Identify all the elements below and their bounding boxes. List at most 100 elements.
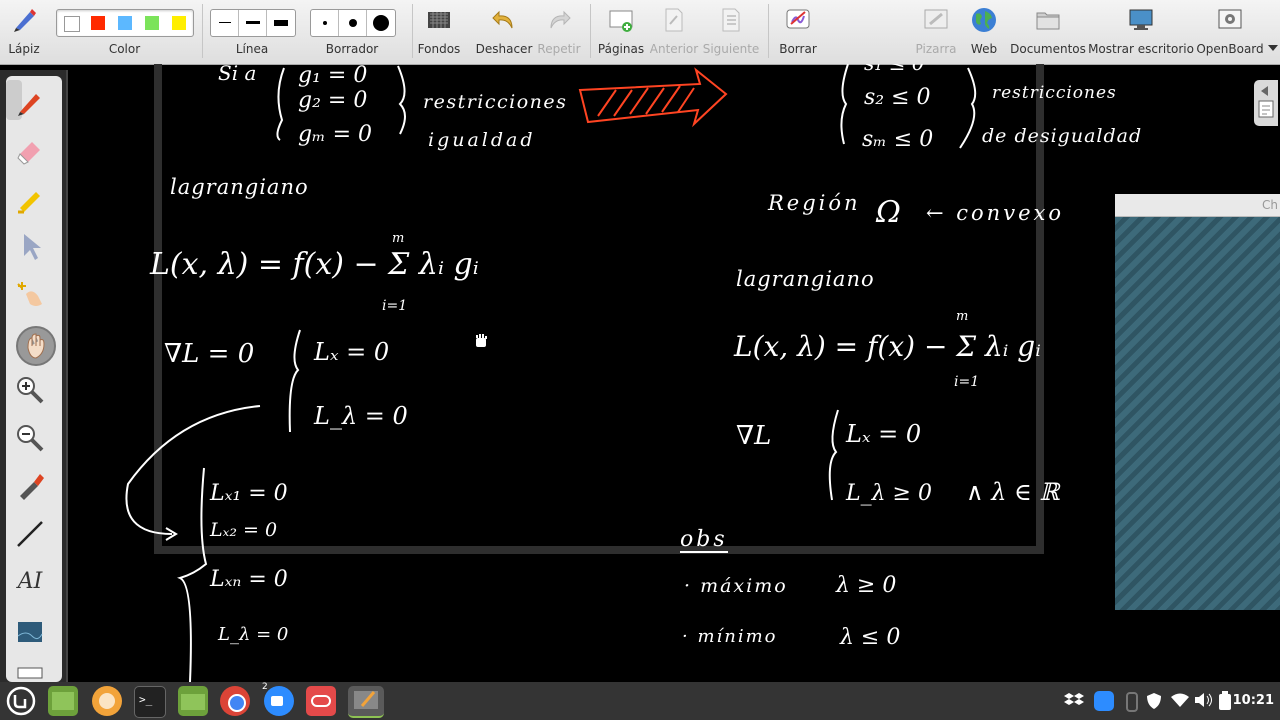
shield-icon[interactable] [1146, 692, 1162, 710]
text-grad-right: ∇L [736, 421, 771, 451]
zoom-out-icon[interactable] [14, 422, 46, 454]
board-label: Pizarra [915, 42, 957, 56]
openboard-menu-button[interactable]: OpenBoard [1196, 0, 1264, 64]
color-swatch-white[interactable] [64, 16, 80, 32]
color-swatch-red[interactable] [91, 16, 105, 30]
right-brace-right-top [959, 67, 977, 149]
toolbar-expand-icon[interactable] [1268, 45, 1278, 51]
glasses-icon [311, 695, 331, 707]
text-L-definition-left: L(x, λ) = f(x) − Σ λᵢ gᵢ [149, 247, 479, 282]
whiteboard-canvas[interactable]: Si a g₁ = 0 g₂ = 0 gₘ = 0 restricciones … [68, 64, 1280, 682]
capture-tool-icon[interactable] [14, 616, 46, 648]
external-window[interactable]: Ch [1115, 194, 1280, 610]
selection-arrow-icon[interactable] [14, 230, 46, 262]
terminal-icon: >_ [139, 693, 153, 706]
battery-icon[interactable] [1218, 691, 1232, 711]
firefox-taskbar-button[interactable] [92, 686, 122, 716]
erase-page-icon [786, 9, 810, 29]
color-picker[interactable]: Color [52, 0, 197, 64]
external-window-title: Ch [1262, 198, 1278, 212]
openboard-taskbar-button[interactable] [348, 686, 384, 718]
backgrounds-icon [428, 12, 450, 28]
text-region: Región [767, 191, 861, 215]
wifi-icon[interactable] [1170, 692, 1190, 708]
pan-tool-button[interactable] [16, 326, 56, 366]
laser-pointer-icon[interactable] [14, 470, 46, 502]
text-omega: Ω [875, 195, 901, 230]
openboard-icon [354, 691, 378, 709]
erase-page-button[interactable]: Borrar [772, 0, 824, 64]
text-si-a: Si a [218, 64, 256, 85]
add-page-icon [609, 10, 633, 32]
files-taskbar-button[interactable] [178, 686, 208, 716]
eraser-small-button[interactable] [311, 10, 339, 36]
volume-icon[interactable] [1194, 692, 1212, 708]
zoom-tray-icon[interactable] [1094, 691, 1114, 711]
previous-page-button[interactable]: Anterior [648, 0, 700, 64]
backgrounds-button[interactable]: Fondos [414, 0, 464, 64]
board-drawing: Si a g₁ = 0 g₂ = 0 gₘ = 0 restricciones … [125, 64, 1141, 682]
documents-mode-button[interactable]: Documentos [1008, 0, 1088, 64]
zoom-in-icon[interactable] [14, 374, 46, 406]
library-panel-handle[interactable] [1254, 80, 1278, 126]
zoom-taskbar-button[interactable]: 2 [262, 682, 294, 716]
text-Lx2: Lₓ₂ = 0 [209, 519, 277, 541]
undo-button[interactable]: Deshacer [474, 0, 534, 64]
interact-hand-icon[interactable] [14, 278, 46, 310]
highlighter-tool-icon[interactable] [14, 184, 46, 216]
color-swatch-green[interactable] [145, 16, 159, 30]
chrome-taskbar-button[interactable] [220, 686, 250, 716]
text-sum-top-right: m [956, 309, 968, 324]
pen-tool-button[interactable]: Lápiz [0, 0, 48, 64]
screen-recorder-taskbar-button[interactable] [306, 686, 336, 716]
next-page-button[interactable]: Siguiente [700, 0, 762, 64]
line-medium-button[interactable] [239, 10, 267, 36]
bluetooth-icon[interactable] [1126, 692, 1138, 712]
eraser-tool-icon[interactable] [14, 134, 46, 166]
eraser-large-button[interactable] [367, 10, 395, 36]
text-s2: s₂ ≤ 0 [864, 85, 931, 110]
show-desktop-taskbar-button[interactable] [48, 686, 78, 716]
terminal-taskbar-button[interactable]: >_ [134, 686, 166, 718]
start-menu-button[interactable] [6, 686, 36, 716]
line-width-selector: Línea [206, 0, 298, 64]
external-window-titlebar[interactable]: Ch [1115, 194, 1280, 217]
panel-expand-icon [1261, 86, 1268, 96]
color-swatch-yellow[interactable] [172, 16, 186, 30]
left-brace-right-top [840, 64, 849, 145]
text-convex: ← convexo [926, 201, 1064, 225]
mint-logo-icon [6, 686, 36, 716]
pages-button[interactable]: Páginas [594, 0, 648, 64]
line-label: Línea [235, 42, 269, 56]
text-maximum: · máximo [684, 575, 788, 597]
redo-button[interactable]: Repetir [534, 0, 584, 64]
text-g1: g₁ = 0 [298, 64, 367, 88]
os-taskbar: >_ 2 10:21 [0, 682, 1280, 720]
pen-tool-icon[interactable] [14, 86, 46, 118]
line-thick-button[interactable] [267, 10, 295, 36]
text-tool-icon[interactable]: AI [14, 566, 46, 598]
color-swatch-blue[interactable] [118, 16, 132, 30]
text-s1: s₁ ≤ 0 [864, 64, 925, 75]
system-clock[interactable]: 10:21 [1233, 693, 1274, 708]
text-lambda-real: ∧ λ ∈ ℝ [966, 478, 1061, 506]
text-Lxn: Lₓₙ = 0 [209, 567, 288, 592]
color-palette [56, 9, 194, 37]
line-thin-button[interactable] [211, 10, 239, 36]
board-mode-button[interactable]: Pizarra [910, 0, 962, 64]
dropbox-icon[interactable] [1064, 692, 1084, 710]
text-g2: g₂ = 0 [298, 88, 367, 113]
text-minimum-condition: λ ≤ 0 [839, 625, 900, 650]
eraser-medium-button[interactable] [339, 10, 367, 36]
line-width-options [210, 9, 296, 37]
text-sum-bottom-right: i=1 [954, 374, 979, 390]
chrome-icon [228, 694, 246, 712]
documents-label: Documentos [1010, 42, 1086, 56]
line-tool-icon[interactable] [14, 518, 46, 550]
web-mode-button[interactable]: Web [962, 0, 1006, 64]
stylus-palette: AI [0, 70, 68, 682]
show-desktop-button[interactable]: Mostrar escritorio [1088, 0, 1194, 64]
text-sum-top-left: m [392, 231, 404, 246]
text-Lx-left: Lₓ = 0 [313, 338, 389, 366]
desktop-icon [52, 692, 74, 710]
